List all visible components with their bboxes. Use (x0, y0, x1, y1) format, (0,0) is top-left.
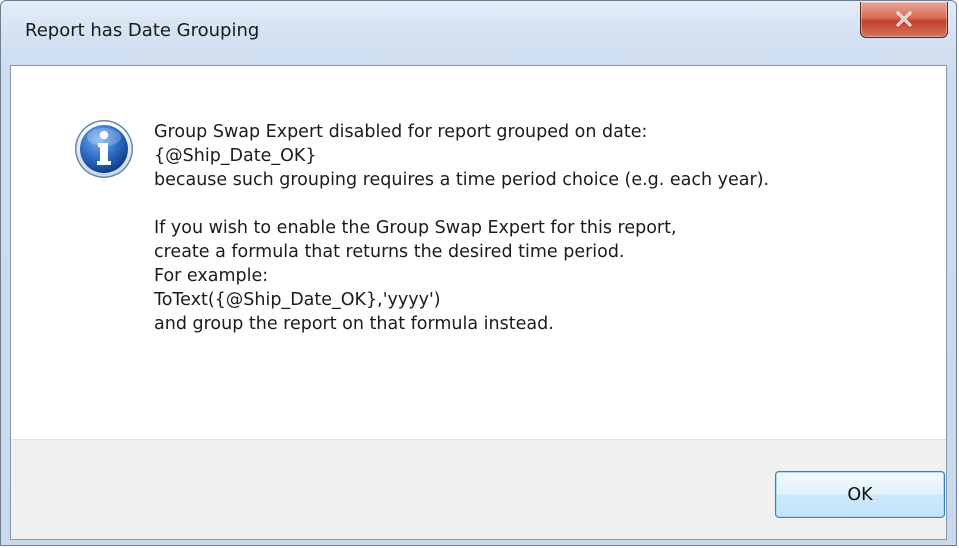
message-line: For example: (154, 266, 269, 286)
close-button[interactable] (860, 2, 948, 38)
close-icon (896, 11, 912, 27)
message-spacer (154, 192, 934, 216)
message-line: {@Ship_Date_OK} (154, 146, 317, 166)
message-line: If you wish to enable the Group Swap Exp… (154, 218, 677, 238)
message-line: Group Swap Expert disabled for report gr… (154, 122, 648, 142)
dialog-window: Report has Date Grouping Group Swap Expe… (0, 0, 957, 546)
title-bar[interactable]: Report has Date Grouping (1, 1, 956, 65)
info-icon (75, 120, 133, 178)
message-area: Group Swap Expert disabled for report gr… (11, 66, 946, 439)
dialog-message: Group Swap Expert disabled for report gr… (154, 120, 934, 336)
dialog-client-area: Group Swap Expert disabled for report gr… (10, 65, 947, 540)
button-bar: OK (11, 439, 946, 539)
message-line: ToText({@Ship_Date_OK},'yyyy') (154, 290, 441, 310)
window-title: Report has Date Grouping (25, 20, 260, 41)
message-line: create a formula that returns the desire… (154, 242, 625, 262)
message-line: because such grouping requires a time pe… (154, 170, 770, 190)
ok-button[interactable]: OK (775, 471, 945, 518)
message-line: and group the report on that formula ins… (154, 314, 554, 334)
